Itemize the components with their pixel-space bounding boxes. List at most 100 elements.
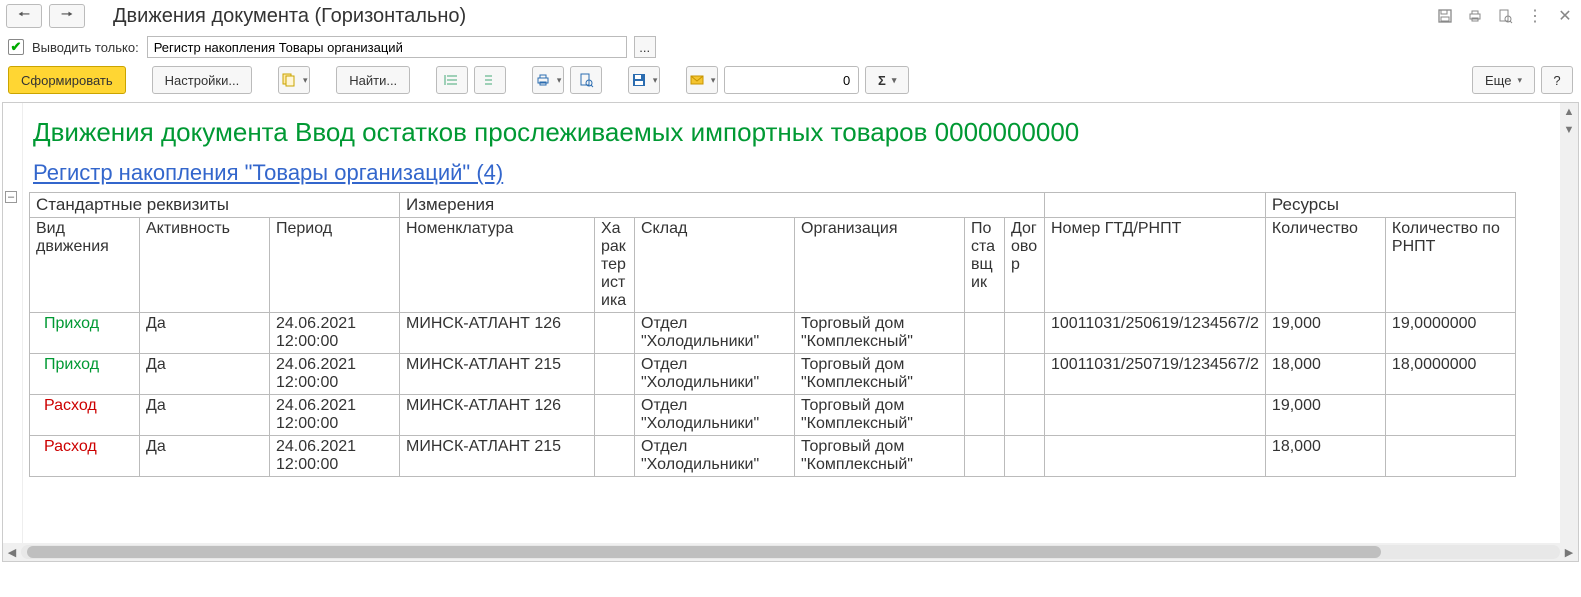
cell-period: 24.06.2021 12:00:00 [270,354,400,395]
cell-gtd [1045,436,1266,477]
cell-warehouse: Отдел "Холодильники" [635,354,795,395]
window-title: Движения документа (Горизонтально) [113,5,466,28]
cell-supplier [965,436,1005,477]
filter-checkbox[interactable]: ✔ [8,39,24,55]
cell-move: Расход [30,395,140,436]
col-gtd: Номер ГТД/РНПТ [1045,218,1266,313]
cell-period: 24.06.2021 12:00:00 [270,436,400,477]
cell-period: 24.06.2021 12:00:00 [270,395,400,436]
cell-warehouse: Отдел "Холодильники" [635,436,795,477]
cell-qty-rnpt [1385,436,1515,477]
filter-choose-button[interactable]: ... [634,36,656,58]
cell-move: Расход [30,436,140,477]
cell-gtd: 10011031/250619/1234567/2 [1045,313,1266,354]
cell-qty-rnpt: 18,0000000 [1385,354,1515,395]
table-row[interactable]: ПриходДа24.06.2021 12:00:00МИНСК-АТЛАНТ … [30,313,1516,354]
cell-qty-rnpt [1385,395,1515,436]
cell-gtd: 10011031/250719/1234567/2 [1045,354,1266,395]
col-activity: Активность [140,218,270,313]
group-header-resources: Ресурсы [1265,193,1515,218]
cell-organization: Торговый дом "Комплексный" [795,395,965,436]
cell-move: Приход [30,313,140,354]
cell-move: Приход [30,354,140,395]
cell-organization: Торговый дом "Комплексный" [795,354,965,395]
print-button[interactable]: ▾ [532,66,564,94]
cell-contract [1005,313,1045,354]
table-row[interactable]: ПриходДа24.06.2021 12:00:00МИНСК-АТЛАНТ … [30,354,1516,395]
cell-qty: 19,000 [1265,313,1385,354]
sigma-button[interactable]: Σ▾ [865,66,909,94]
cell-supplier [965,313,1005,354]
report-table: Стандартные реквизиты Измерения Ресурсы … [29,192,1516,477]
horizontal-scrollbar[interactable]: ◀ ▶ [3,543,1578,561]
cell-period: 24.06.2021 12:00:00 [270,313,400,354]
col-move-type: Вид движения [30,218,140,313]
col-contract: Договор [1005,218,1045,313]
cell-characteristic [595,436,635,477]
cell-characteristic [595,395,635,436]
filter-row: ✔ Выводить только: ... [0,32,1581,62]
cell-supplier [965,395,1005,436]
cell-nomenclature: МИНСК-АТЛАНТ 215 [400,436,595,477]
collapse-handle[interactable]: – [5,191,17,203]
report-title: Движения документа Ввод остатков прослеж… [29,109,1578,156]
find-button[interactable]: Найти... [336,66,410,94]
cell-qty: 18,000 [1265,354,1385,395]
variants-button[interactable]: ▾ [278,66,310,94]
cell-warehouse: Отдел "Холодильники" [635,313,795,354]
toolbar: Сформировать Настройки... ▾ Найти... ▾ ▾… [0,62,1581,102]
save-report-button[interactable]: ▾ [628,66,660,94]
col-qty: Количество [1265,218,1385,313]
cell-activity: Да [140,395,270,436]
sum-input[interactable] [724,66,859,94]
settings-button[interactable]: Настройки... [152,66,253,94]
nav-back-button[interactable]: 🠔 [6,4,42,28]
cell-gtd [1045,395,1266,436]
collapse-all-button[interactable] [474,66,506,94]
cell-nomenclature: МИНСК-АТЛАНТ 126 [400,313,595,354]
expand-all-button[interactable] [436,66,468,94]
help-button[interactable]: ? [1541,66,1573,94]
filter-input[interactable] [147,36,627,58]
generate-button[interactable]: Сформировать [8,66,126,94]
table-row[interactable]: РасходДа24.06.2021 12:00:00МИНСК-АТЛАНТ … [30,395,1516,436]
group-header-gtd [1045,193,1266,218]
kebab-icon[interactable]: ⋮ [1525,6,1545,26]
close-icon[interactable]: ✕ [1555,6,1575,26]
cell-qty: 19,000 [1265,395,1385,436]
cell-characteristic [595,313,635,354]
table-row[interactable]: РасходДа24.06.2021 12:00:00МИНСК-АТЛАНТ … [30,436,1516,477]
preview-button[interactable] [570,66,602,94]
more-button[interactable]: Еще▾ [1472,66,1535,94]
cell-organization: Торговый дом "Комплексный" [795,436,965,477]
cell-contract [1005,436,1045,477]
cell-qty: 18,000 [1265,436,1385,477]
register-link[interactable]: Регистр накопления "Товары организаций" … [29,156,507,192]
cell-supplier [965,354,1005,395]
cell-activity: Да [140,436,270,477]
col-period: Период [270,218,400,313]
cell-activity: Да [140,354,270,395]
filter-label: Выводить только: [32,40,139,55]
email-button[interactable]: ▾ [686,66,718,94]
col-characteristic: Характеристика [595,218,635,313]
cell-nomenclature: МИНСК-АТЛАНТ 215 [400,354,595,395]
col-warehouse: Склад [635,218,795,313]
cell-activity: Да [140,313,270,354]
titlebar: 🠔 🠖 Движения документа (Горизонтально) ⋮… [0,0,1581,32]
col-organization: Организация [795,218,965,313]
print-icon[interactable] [1465,6,1485,26]
group-header-dimensions: Измерения [400,193,1045,218]
nav-forward-button[interactable]: 🠖 [49,4,85,28]
cell-contract [1005,395,1045,436]
preview-icon[interactable] [1495,6,1515,26]
cell-warehouse: Отдел "Холодильники" [635,395,795,436]
col-nomenclature: Номенклатура [400,218,595,313]
group-header-standard: Стандартные реквизиты [30,193,400,218]
cell-characteristic [595,354,635,395]
col-supplier: Поставщик [965,218,1005,313]
cell-qty-rnpt: 19,0000000 [1385,313,1515,354]
save-icon[interactable] [1435,6,1455,26]
report-area: – ▲ ▼ Движения документа Ввод остатков п… [2,102,1579,562]
col-qty-rnpt: Количество по РНПТ [1385,218,1515,313]
